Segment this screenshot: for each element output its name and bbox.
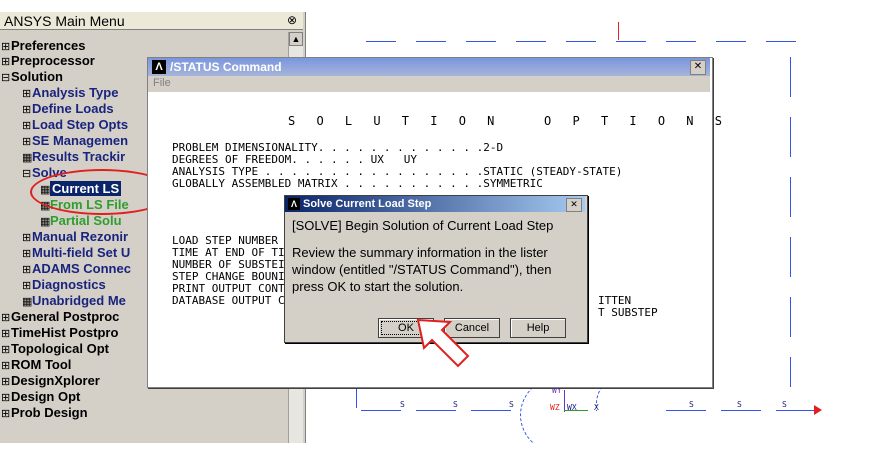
menu-item-multi-field-set-up[interactable]: ⊞Multi-field Set U bbox=[22, 245, 130, 262]
close-icon[interactable]: ✕ bbox=[566, 198, 582, 212]
model-edge-right bbox=[790, 177, 791, 217]
model-edge-top bbox=[366, 41, 396, 42]
menu-item-prob-design[interactable]: ⊞Prob Design bbox=[1, 405, 88, 422]
load-arrow-icon bbox=[618, 22, 619, 40]
tree-expand-icon[interactable]: ⊞ bbox=[22, 103, 32, 118]
menu-item-load-step-opts[interactable]: ⊞Load Step Opts bbox=[22, 117, 128, 134]
constraint-label: S bbox=[737, 400, 742, 409]
model-edge-top bbox=[766, 41, 796, 42]
status-window-title: /STATUS Command bbox=[170, 60, 282, 74]
tree-expand-icon[interactable]: ⊞ bbox=[22, 135, 32, 150]
command-icon: ▦ bbox=[22, 296, 33, 308]
model-edge-top bbox=[516, 41, 546, 42]
status-menubar: File bbox=[148, 76, 710, 92]
model-edge-bottom bbox=[471, 410, 511, 411]
status-window-titlebar[interactable]: Λ /STATUS Command ✕ bbox=[148, 58, 710, 76]
tree-expand-icon[interactable]: ⊞ bbox=[1, 375, 11, 390]
axis-label-wx: WX bbox=[567, 403, 577, 412]
tree-expand-icon[interactable]: ⊞ bbox=[1, 359, 11, 374]
model-edge-right bbox=[790, 57, 791, 97]
model-edge-bottom bbox=[721, 410, 761, 411]
model-edge-top bbox=[616, 41, 646, 42]
model-edge-top bbox=[466, 41, 496, 42]
help-button[interactable]: Help bbox=[510, 318, 566, 338]
tree-expand-icon[interactable]: ⊞ bbox=[1, 343, 11, 358]
model-edge-bottom bbox=[416, 410, 456, 411]
ansys-logo-icon: Λ bbox=[288, 198, 300, 210]
menu-item-solution[interactable]: ⊟Solution bbox=[1, 69, 63, 86]
tree-expand-icon[interactable]: ⊞ bbox=[1, 391, 11, 406]
model-edge-top bbox=[666, 41, 696, 42]
close-icon[interactable]: ✕ bbox=[690, 60, 706, 75]
axis-label-wz: WZ bbox=[550, 403, 560, 412]
menu-item-analysis-type[interactable]: ⊞Analysis Type bbox=[22, 85, 118, 102]
menu-item-topological-opt[interactable]: ⊞Topological Opt bbox=[1, 341, 109, 358]
top-strip bbox=[0, 0, 883, 12]
tree-expand-icon[interactable]: ⊞ bbox=[1, 55, 11, 70]
tree-expand-icon[interactable]: ⊞ bbox=[22, 119, 32, 134]
model-edge-right bbox=[790, 357, 791, 387]
tree-expand-icon[interactable]: ⊞ bbox=[1, 327, 11, 342]
tree-expand-icon[interactable]: ⊞ bbox=[22, 279, 32, 294]
ansys-logo-icon: Λ bbox=[152, 60, 166, 74]
model-edge-right bbox=[790, 297, 791, 337]
menu-item-design-opt[interactable]: ⊞Design Opt bbox=[1, 389, 80, 406]
menu-item-timehist-postpro[interactable]: ⊞TimeHist Postpro bbox=[1, 325, 118, 342]
status-line-fragment: T SUBSTEP bbox=[598, 306, 658, 319]
collapse-icon[interactable]: ⊗ bbox=[285, 13, 299, 27]
pointer-arrow-icon bbox=[416, 318, 470, 368]
menu-file[interactable]: File bbox=[153, 77, 171, 89]
menu-item-designxplorer[interactable]: ⊞DesignXplorer bbox=[1, 373, 100, 390]
model-edge-top bbox=[716, 41, 746, 42]
model-edge-right bbox=[790, 237, 791, 277]
command-icon: ▦ bbox=[22, 152, 33, 164]
dialog-heading: [SOLVE] Begin Solution of Current Load S… bbox=[292, 218, 554, 233]
tree-expand-icon[interactable]: ⊞ bbox=[22, 247, 32, 262]
menu-item-partial-solu[interactable]: ▦Partial Solu bbox=[40, 213, 122, 230]
menu-item-define-loads[interactable]: ⊞Define Loads bbox=[22, 101, 114, 118]
model-edge-bottom bbox=[776, 410, 816, 411]
menu-item-preprocessor[interactable]: ⊞Preprocessor bbox=[1, 53, 95, 70]
main-menu-title-text: ANSYS Main Menu bbox=[4, 13, 125, 29]
model-edge-bottom bbox=[361, 410, 401, 411]
menu-item-general-postproc[interactable]: ⊞General Postproc bbox=[1, 309, 119, 326]
tree-expand-icon[interactable]: ⊞ bbox=[1, 311, 11, 326]
menu-item-se-management[interactable]: ⊞SE Managemen bbox=[22, 133, 128, 150]
status-line: GLOBALLY ASSEMBLED MATRIX . . . . . . . … bbox=[172, 177, 543, 190]
axis-y-line bbox=[564, 390, 565, 412]
constraint-label: S bbox=[782, 400, 787, 409]
tree-collapse-icon[interactable]: ⊟ bbox=[1, 71, 11, 86]
arrow-right-icon bbox=[814, 405, 822, 415]
constraint-label: S bbox=[453, 400, 458, 409]
model-edge-bottom bbox=[666, 410, 706, 411]
menu-item-diagnostics[interactable]: ⊞Diagnostics bbox=[22, 277, 106, 294]
tree-expand-icon[interactable]: ⊞ bbox=[22, 87, 32, 102]
constraint-label: S bbox=[400, 400, 405, 409]
constraint-label: S bbox=[509, 400, 514, 409]
dialog-title: Solve Current Load Step bbox=[303, 198, 432, 210]
constraint-label: S bbox=[689, 400, 694, 409]
tree-expand-icon[interactable]: ⊞ bbox=[1, 407, 11, 422]
model-edge-top bbox=[416, 41, 446, 42]
command-icon: ▦ bbox=[40, 216, 51, 228]
tree-expand-icon[interactable]: ⊞ bbox=[22, 263, 32, 278]
model-edge-right bbox=[790, 117, 791, 157]
scroll-up-arrow-icon[interactable]: ▲ bbox=[289, 32, 303, 46]
model-edge-top bbox=[566, 41, 596, 42]
menu-item-results-tracking[interactable]: ▦Results Trackir bbox=[22, 149, 125, 166]
menu-item-rom-tool[interactable]: ⊞ROM Tool bbox=[1, 357, 71, 374]
main-menu-title: ANSYS Main Menu ⊗ bbox=[0, 12, 303, 30]
dialog-message: Review the summary information in the li… bbox=[292, 245, 552, 294]
solution-options-heading: S O L U T I O N O P T I O N S bbox=[288, 114, 729, 128]
axis-label-x: X bbox=[594, 403, 599, 412]
status-line: DATABASE OUTPUT C bbox=[172, 294, 285, 307]
menu-item-unabridged-menu[interactable]: ▦Unabridged Me bbox=[22, 293, 126, 310]
tree-collapse-icon[interactable]: ⊟ bbox=[22, 167, 32, 182]
dialog-titlebar[interactable]: Λ Solve Current Load Step ✕ bbox=[285, 196, 585, 212]
menu-item-adams-connection[interactable]: ⊞ADAMS Connec bbox=[22, 261, 131, 278]
menu-item-manual-rezoning[interactable]: ⊞Manual Rezonir bbox=[22, 229, 128, 246]
tree-expand-icon[interactable]: ⊞ bbox=[22, 231, 32, 246]
